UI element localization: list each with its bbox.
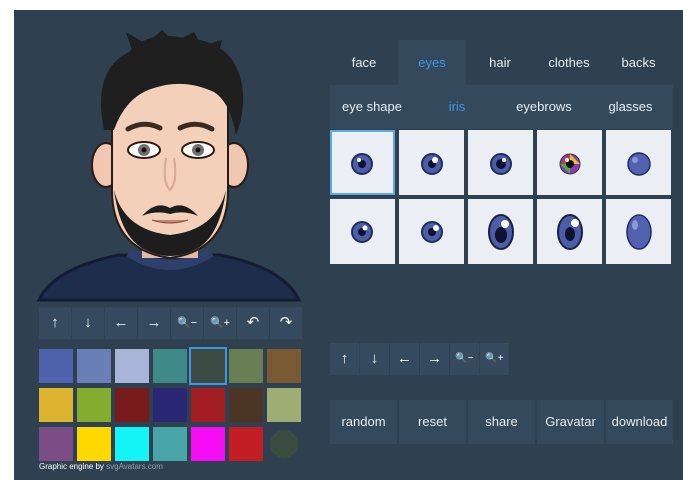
tab-face[interactable]: face (330, 40, 398, 85)
iris-option[interactable] (537, 130, 602, 195)
iris-option[interactable] (537, 199, 602, 264)
color-swatch[interactable] (39, 388, 73, 422)
move-left-button[interactable]: ← (105, 307, 137, 339)
subtab-glasses[interactable]: glasses (588, 85, 673, 129)
iris-option[interactable] (606, 199, 671, 264)
part-move-left-button[interactable]: ← (390, 343, 419, 375)
color-swatch[interactable] (153, 388, 187, 422)
subtab-eyebrows[interactable]: eyebrows (500, 85, 588, 129)
zoom-out-button[interactable]: 🔍− (171, 307, 203, 339)
gravatar-button[interactable]: Gravatar (537, 400, 604, 444)
zoom-in-button[interactable]: 🔍+ (204, 307, 236, 339)
iris-option[interactable] (468, 199, 533, 264)
credit-line: Graphic engine by svgAvatars.com (39, 462, 163, 471)
color-swatch[interactable] (115, 349, 149, 383)
move-right-button[interactable]: → (138, 307, 170, 339)
color-swatch[interactable] (229, 349, 263, 383)
iris-option[interactable] (330, 199, 395, 264)
credit-prefix: Graphic engine by (39, 462, 107, 471)
part-move-down-button[interactable]: ↓ (360, 343, 389, 375)
color-swatch[interactable] (191, 349, 225, 383)
color-swatch[interactable] (39, 427, 73, 461)
tab-eyes[interactable]: eyes (398, 40, 466, 85)
download-button[interactable]: download (606, 400, 673, 444)
color-swatch[interactable] (115, 388, 149, 422)
color-swatch[interactable] (39, 349, 73, 383)
tab-hair[interactable]: hair (466, 40, 534, 85)
subtab-iris[interactable]: iris (414, 85, 500, 129)
iris-option[interactable] (399, 130, 464, 195)
color-swatch[interactable] (115, 427, 149, 461)
rotate-left-button[interactable]: ↶ (237, 307, 269, 339)
reset-button[interactable]: reset (399, 400, 466, 444)
iris-option[interactable] (606, 130, 671, 195)
rotate-right-button[interactable]: ↷ (270, 307, 302, 339)
color-swatch[interactable] (191, 427, 225, 461)
credit-link[interactable]: svgAvatars.com (106, 462, 163, 471)
color-swatch[interactable] (153, 349, 187, 383)
color-swatch[interactable] (77, 388, 111, 422)
tab-clothes[interactable]: clothes (534, 40, 604, 85)
iris-option[interactable] (468, 130, 533, 195)
avatar-editor: face eyes hair clothes backs eye shape i… (14, 10, 683, 480)
color-swatch-custom[interactable] (270, 430, 298, 458)
color-swatch[interactable] (191, 388, 225, 422)
color-swatch[interactable] (229, 388, 263, 422)
move-down-button[interactable]: ↓ (72, 307, 104, 339)
subtab-eye-shape[interactable]: eye shape (330, 85, 414, 129)
iris-option[interactable] (330, 130, 395, 195)
color-swatch[interactable] (267, 388, 301, 422)
subtab-bar: eye shape iris eyebrows glasses (330, 85, 673, 129)
part-zoom-in-button[interactable]: 🔍+ (480, 343, 509, 375)
color-swatch[interactable] (153, 427, 187, 461)
iris-option[interactable] (399, 199, 464, 264)
part-zoom-out-button[interactable]: 🔍− (450, 343, 479, 375)
color-swatch[interactable] (77, 427, 111, 461)
share-button[interactable]: share (468, 400, 535, 444)
color-swatch[interactable] (77, 349, 111, 383)
color-swatch[interactable] (229, 427, 263, 461)
color-swatch[interactable] (267, 349, 301, 383)
random-button[interactable]: random (330, 400, 397, 444)
tab-backs[interactable]: backs (604, 40, 673, 85)
avatar-preview (36, 30, 302, 302)
part-move-up-button[interactable]: ↑ (330, 343, 359, 375)
part-move-right-button[interactable]: → (420, 343, 449, 375)
move-up-button[interactable]: ↑ (39, 307, 71, 339)
